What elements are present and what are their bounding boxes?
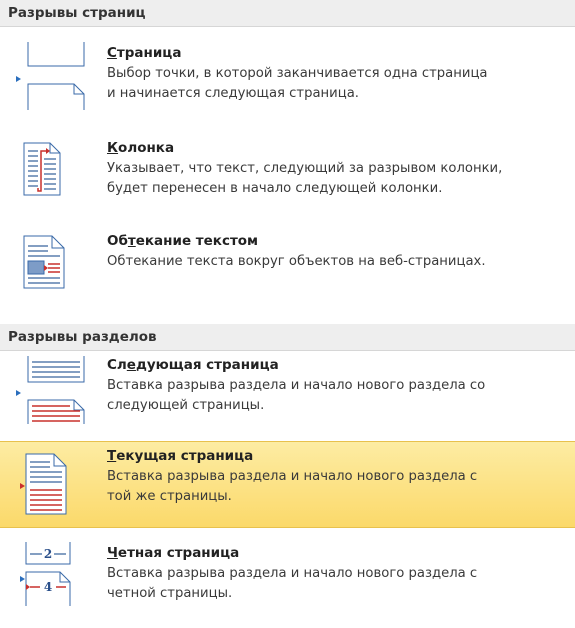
section-header-page-breaks: Разрывы страниц — [0, 0, 575, 27]
menu-item-description: Выбор точки, в которой заканчивается одн… — [107, 66, 488, 101]
menu-item-page-break[interactable]: Страница Выбор точки, в которой заканчив… — [0, 40, 575, 118]
menu-item-column-break[interactable]: Колонка Указывает, что текст, следующий … — [0, 135, 575, 213]
text-wrapping-icon — [22, 234, 78, 290]
icon-number: 4 — [44, 580, 52, 594]
menu-item-description: Вставка разрыва раздела и начало нового … — [107, 566, 478, 601]
menu-item-title: Обтекание текстом — [107, 233, 259, 249]
continuous-section-icon — [20, 452, 76, 515]
icon-number: 2 — [44, 547, 52, 561]
menu-item-description: Вставка разрыва раздела и начало нового … — [107, 469, 478, 504]
menu-item-title: Следующая страница — [107, 357, 279, 373]
menu-item-description: Указывает, что текст, следующий за разры… — [107, 161, 503, 196]
menu-item-title: Колонка — [107, 140, 175, 156]
menu-item-title: Текущая страница — [107, 448, 254, 464]
menu-item-title: Страница — [107, 45, 182, 61]
page-break-icon — [16, 42, 85, 110]
menu-item-title: Четная страница — [107, 545, 240, 561]
even-page-section-icon: 2 4 — [20, 542, 76, 606]
section-header-section-breaks: Разрывы разделов — [0, 324, 575, 351]
column-break-icon — [22, 141, 78, 197]
next-page-section-icon — [16, 356, 85, 424]
menu-item-description: Вставка разрыва раздела и начало нового … — [107, 378, 486, 413]
menu-item-even-page-section[interactable]: 2 4 Четная страница Вставка разрыва разд… — [0, 540, 575, 626]
menu-item-description: Обтекание текста вокруг объектов на веб-… — [107, 254, 486, 269]
menu-item-continuous-section[interactable]: Текущая страница Вставка разрыва раздела… — [0, 441, 575, 528]
menu-item-text-wrapping[interactable]: Обтекание текстом Обтекание текста вокру… — [0, 228, 575, 308]
menu-item-next-page-section[interactable]: Следующая страница Вставка разрыва разде… — [0, 352, 575, 434]
